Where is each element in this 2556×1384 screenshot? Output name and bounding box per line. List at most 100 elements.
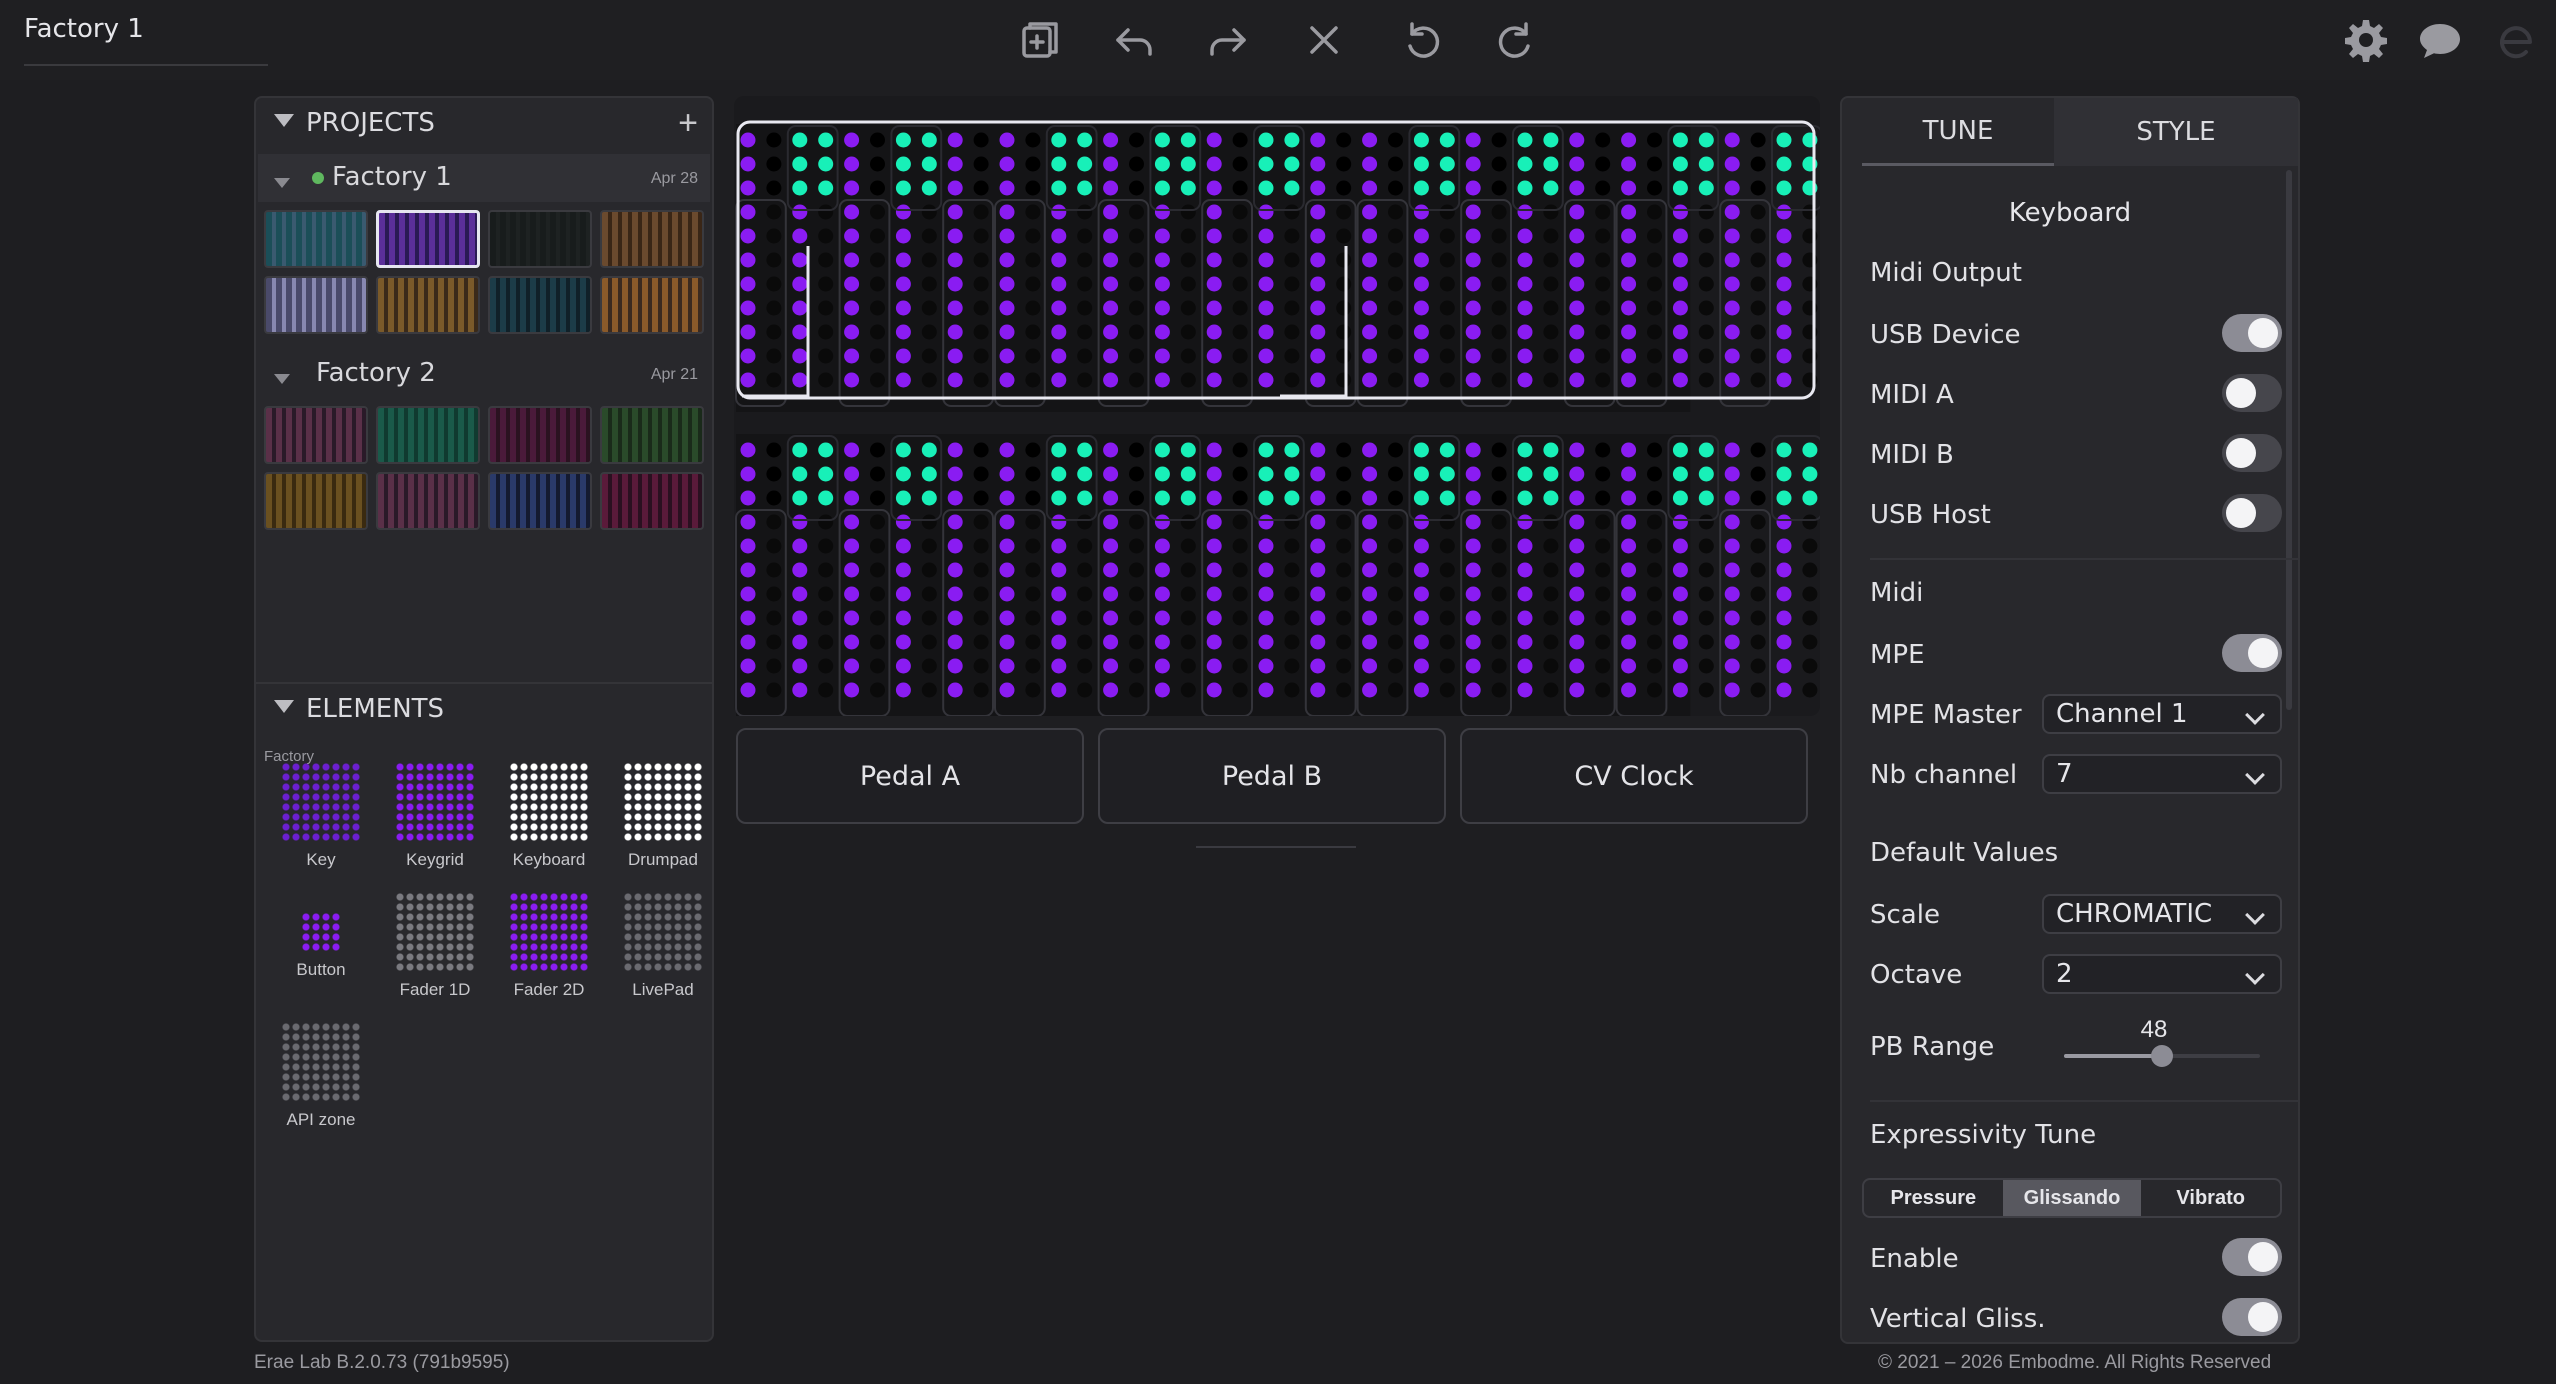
pad-dot [1569,324,1585,340]
project-thumbnail[interactable] [488,210,592,268]
pad-dot [921,538,937,554]
octave-select[interactable]: 2 [2042,954,2282,994]
usb-device-toggle[interactable] [2222,314,2282,352]
nb-channel-select[interactable]: 7 [2042,754,2282,794]
pedal-a-button[interactable]: Pedal A [736,728,1084,824]
pad-dot [1569,132,1585,148]
project-thumbnail[interactable] [264,472,368,530]
project-thumbnail[interactable] [600,276,704,334]
plus-icon[interactable]: + [678,104,698,143]
element-livepad[interactable]: LivePad [606,892,720,1000]
segment-glissando[interactable]: Glissando [2002,1180,2142,1216]
project-thumbnail[interactable] [376,472,480,530]
element-drumpad[interactable]: Drumpad [606,762,720,870]
project-thumbnail[interactable] [376,210,480,268]
project-thumbnail[interactable] [600,406,704,464]
close-icon[interactable] [1298,14,1350,66]
projects-header[interactable]: PROJECTS [274,108,435,138]
pad-dot [1672,132,1688,148]
chat-icon[interactable] [2414,14,2466,66]
elements-header[interactable]: ELEMENTS [274,694,444,724]
midi-b-toggle[interactable] [2222,434,2282,472]
element-fader-2d[interactable]: Fader 2D [492,892,606,1000]
pad-dot [1232,514,1248,530]
pad-dot [1413,372,1429,388]
element-key[interactable]: Key [264,762,378,870]
gear-icon[interactable] [2340,14,2392,66]
pad-dot [1362,252,1378,268]
project-thumbnail[interactable] [264,210,368,268]
element-fader-1d[interactable]: Fader 1D [378,892,492,1000]
pad-dot [1129,562,1144,578]
duplicate-icon[interactable] [1014,14,1066,66]
project-row-factory-2[interactable]: Factory 2 Apr 21 [258,350,710,398]
project-thumbnail[interactable] [600,210,704,268]
projects-panel: PROJECTS + Factory 1 Apr 28 Factory 2 Ap… [254,96,714,1342]
project-thumbnail[interactable] [488,276,592,334]
pad-dot [1491,204,1507,220]
pad-dot [870,514,885,530]
segment-vibrato[interactable]: Vibrato [2141,1180,2280,1216]
scrollbar[interactable] [2286,170,2292,710]
undo-icon[interactable] [1108,14,1160,66]
pad-dot [947,276,963,292]
pb-range-slider[interactable] [2064,1045,2260,1067]
rotate-right-icon[interactable] [1490,14,1542,66]
midi-a-toggle[interactable] [2222,374,2282,412]
erae-surface[interactable] [734,96,1823,722]
pedal-b-button[interactable]: Pedal B [1098,728,1446,824]
tab-style[interactable]: STYLE [2054,98,2298,166]
project-thumbnail[interactable] [376,276,480,334]
slider-handle[interactable] [2151,1045,2173,1067]
mpe-master-select[interactable]: Channel 1 [2042,694,2282,734]
pad-dot [1180,658,1196,674]
pad-dot [1051,442,1067,458]
pad-dot [973,156,989,172]
pad-dot [1284,204,1300,220]
project-thumbnail[interactable] [600,472,704,530]
element-api-zone[interactable]: API zone [264,1022,378,1130]
pad-dot [844,276,860,292]
project-row-factory-1[interactable]: Factory 1 Apr 28 [258,154,710,202]
pad-dot [895,490,911,506]
element-keygrid[interactable]: Keygrid [378,762,492,870]
pad-dot [895,682,911,698]
collapse-triangle-icon[interactable] [274,700,294,713]
scale-select[interactable]: CHROMATIC [2042,894,2282,934]
collapse-triangle-icon[interactable] [274,177,290,188]
project-thumbnail[interactable] [488,406,592,464]
pad-dot [1362,324,1378,340]
tab-tune[interactable]: TUNE [1862,98,2054,166]
pad-dot [1258,180,1274,196]
element-button[interactable]: Button [264,892,378,980]
collapse-triangle-icon[interactable] [274,373,290,384]
pad-dot [947,490,963,506]
pad-dot [1413,490,1429,506]
segment-pressure[interactable]: Pressure [1864,1180,2003,1216]
vertical-gliss-toggle[interactable] [2222,1298,2282,1336]
pad-dot [1465,372,1481,388]
pad-dot [1776,490,1792,506]
pad-dot [870,442,885,458]
mpe-toggle[interactable] [2222,634,2282,672]
project-thumbnail[interactable] [376,406,480,464]
project-thumbnail[interactable] [488,472,592,530]
collapse-triangle-icon[interactable] [274,114,294,127]
usb-host-toggle[interactable] [2222,494,2282,532]
cv-clock-button[interactable]: CV Clock [1460,728,1808,824]
pad-dot [1802,466,1818,482]
redo-icon[interactable] [1202,14,1254,66]
enable-toggle[interactable] [2222,1238,2282,1276]
pad-dot [792,276,808,292]
pad-dot [1413,252,1429,268]
project-thumbnail[interactable] [264,406,368,464]
pad-dot [895,634,911,650]
pad-dot [1595,466,1611,482]
keyboard-grid[interactable] [734,96,1823,722]
pad-dot [1413,324,1429,340]
project-thumbnail[interactable] [264,276,368,334]
element-keyboard[interactable]: Keyboard [492,762,606,870]
rotate-left-icon[interactable] [1396,14,1448,66]
pad-dot [1543,372,1559,388]
pad-dot [1776,610,1792,626]
